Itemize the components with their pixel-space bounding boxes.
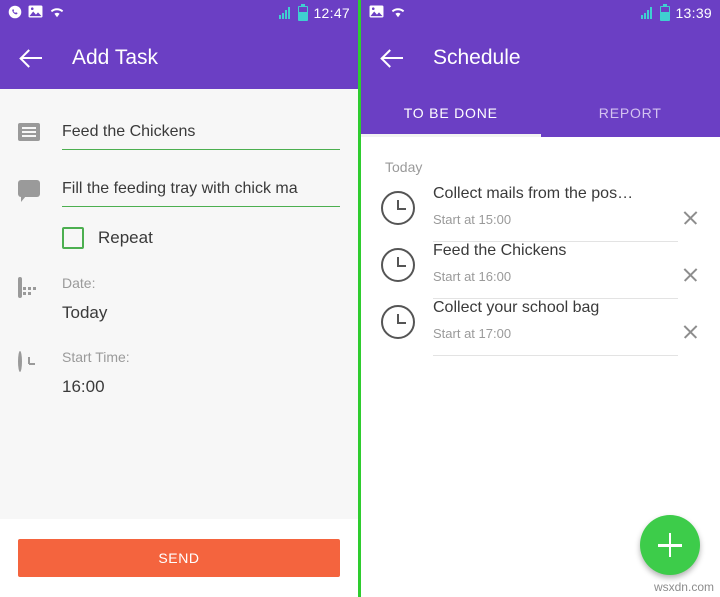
back-arrow-icon[interactable] [16,41,50,75]
task-title: Collect your school bag [433,299,600,316]
task-body: Collect mails from the pos… Start at 15:… [433,185,678,242]
close-icon[interactable] [678,262,704,288]
schedule-appbar: Schedule [361,26,720,89]
send-button[interactable]: SEND [18,539,340,577]
calendar-icon [18,277,22,298]
task-start-time: Start at 16:00 [433,269,512,284]
clock-icon-wrap [18,349,62,397]
close-icon[interactable] [678,205,704,231]
battery-icon [298,3,309,21]
speech-icon-wrap [18,166,62,202]
page-title: Add Task [72,45,158,69]
task-title: Collect mails from the pos… [433,185,634,202]
note-icon-wrap [18,109,62,141]
send-bar: SEND [0,519,358,597]
repeat-label: Repeat [98,228,153,247]
clock-icon [18,351,22,372]
watermark: wsxdn.com [653,580,714,594]
speech-bubble-icon [18,180,40,202]
date-body: Date: Today [62,275,340,323]
close-icon[interactable] [678,319,704,345]
task-description-field-wrap [62,166,340,207]
calendar-icon-wrap [18,275,62,323]
start-time-value[interactable]: 16:00 [62,377,340,397]
date-label: Date: [62,275,96,291]
table-row[interactable]: Feed the Chickens Start at 16:00 [361,242,720,299]
screenshot-root: 12:47 Add Task Feed the Chickens Fill th… [0,0,720,597]
status-bar-clock: 12:47 [313,5,350,21]
note-icon [18,123,40,141]
status-bar-right-notification-icons [369,5,406,21]
signal-icon [641,7,655,19]
status-bar-left: 12:47 [0,0,358,26]
status-bar-left-notification-icons [8,5,65,22]
wifi-icon [390,6,406,21]
page-title: Schedule [433,45,521,69]
schedule-tabs: TO BE DONE REPORT [361,89,720,137]
schedule-screen: 13:39 Schedule TO BE DONE REPORT Today C… [361,0,720,597]
whatsapp-icon [8,5,22,22]
task-title: Feed the Chickens [433,242,567,259]
repeat-checkbox[interactable] [62,227,84,249]
tab-to-be-done[interactable]: TO BE DONE [361,89,541,137]
task-title-input[interactable] [62,117,340,150]
signal-icon [279,7,293,19]
back-arrow-icon[interactable] [377,41,411,75]
task-description-input[interactable] [62,174,340,207]
gallery-icon [369,5,384,21]
clock-icon [381,305,415,339]
clock-icon [381,191,415,225]
status-bar-right: 13:39 [361,0,720,26]
task-start-time: Start at 15:00 [433,212,512,227]
start-time-body: Start Time: 16:00 [62,349,340,397]
repeat-row[interactable]: Repeat [0,207,358,249]
task-list: Today Collect mails from the pos… Start … [361,137,720,597]
date-value[interactable]: Today [62,303,340,323]
task-body: Feed the Chickens Start at 16:00 [433,242,678,299]
add-task-fab[interactable] [640,515,700,575]
table-row[interactable]: Collect mails from the pos… Start at 15:… [361,185,720,242]
battery-icon [660,3,671,21]
wifi-icon [49,6,65,21]
status-bar-left-system-icons: 12:47 [279,3,350,21]
clock-icon [381,248,415,282]
task-title-row [0,89,358,150]
start-time-row[interactable]: Start Time: 16:00 [0,323,358,397]
tab-report[interactable]: REPORT [541,89,720,137]
task-description-row [0,150,358,207]
task-title-field-wrap [62,109,340,150]
status-bar-right-system-icons: 13:39 [641,3,712,21]
add-task-appbar: Add Task [0,26,358,89]
date-row[interactable]: Date: Today [0,249,358,323]
status-bar-clock: 13:39 [675,5,712,21]
task-body: Collect your school bag Start at 17:00 [433,299,678,356]
add-task-screen: 12:47 Add Task Feed the Chickens Fill th… [0,0,361,597]
table-row[interactable]: Collect your school bag Start at 17:00 [361,299,720,356]
section-header-today: Today [385,159,423,175]
task-start-time: Start at 17:00 [433,326,512,341]
gallery-icon [28,5,43,21]
start-time-label: Start Time: [62,349,130,365]
add-task-form: Repeat Date: Today Start Time: 16:00 [0,89,358,519]
